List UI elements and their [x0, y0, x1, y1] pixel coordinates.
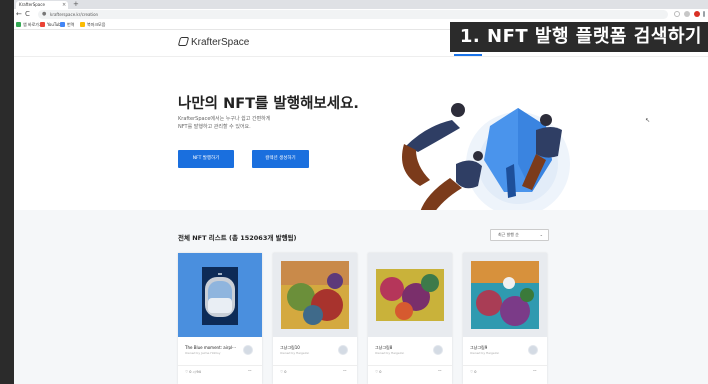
like-count[interactable]: ♡ 0	[280, 370, 286, 374]
nav-active-indicator	[454, 54, 482, 56]
abstract-painting-image	[281, 261, 349, 329]
bookmark-icon	[60, 22, 65, 27]
more-options-icon[interactable]: ···	[248, 368, 252, 374]
nft-name: The Blue moment: airpl···	[185, 345, 236, 350]
nft-owner: Owned by Heigelon	[280, 351, 310, 355]
divider	[273, 365, 357, 366]
browser-tab-strip: KrafterSpace × +	[14, 0, 708, 9]
divider	[178, 365, 262, 366]
nft-list-title: 전체 NFT 리스트 (총 152063개 발행됨)	[178, 234, 297, 242]
hero-title: 나만의 NFT를 발행해보세요.	[178, 96, 359, 112]
avatar	[243, 345, 253, 355]
bookmark-item[interactable]: 북마크모음	[80, 22, 105, 28]
tutorial-caption: 1. NFT 발행 플랫폼 검색하기	[449, 22, 708, 52]
new-tab-button[interactable]: +	[73, 0, 79, 8]
airplane-window-image	[202, 267, 238, 325]
profile-icon[interactable]	[694, 11, 700, 17]
hero-description: KrafterSpace에서는 누구나 쉽고 간편하게 NFT를 발행하고 관리…	[178, 116, 271, 130]
nft-thumbnail[interactable]	[463, 253, 547, 337]
bookmark-icon	[40, 22, 45, 27]
figure-head-bottom	[473, 151, 483, 161]
bookmark-icon	[16, 22, 21, 27]
nft-owner: Owned by Heigelon	[470, 351, 500, 355]
browser-tab-title: KrafterSpace	[19, 2, 45, 7]
more-options-icon[interactable]: ···	[343, 368, 347, 374]
chevron-down-icon: ⌄	[539, 232, 543, 237]
like-count[interactable]: ♡ 0 ◁ 94	[185, 370, 201, 374]
figure-arm	[406, 120, 460, 152]
abstract-painting-image	[376, 269, 444, 321]
web-page: KrafterSpace 나만의 NFT를 발행해보세요. KrafterSpa…	[14, 30, 708, 384]
address-bar[interactable]: ● krafterspace.kr/creation	[38, 10, 668, 19]
menu-icon[interactable]	[703, 11, 705, 17]
avatar	[338, 345, 348, 355]
browser-toolbar: ← C ● krafterspace.kr/creation	[14, 9, 708, 20]
bookmark-item[interactable]: 번역	[60, 22, 74, 28]
figure-head-right	[540, 114, 552, 126]
nft-card[interactable]: 그냥그림9 Owned by Heigelon ♡ 0 ···	[463, 253, 547, 384]
site-logo[interactable]: KrafterSpace	[177, 37, 249, 48]
extension-icon[interactable]	[684, 11, 690, 17]
bookmark-item[interactable]: 앱 바로가기	[16, 22, 43, 28]
bookmark-icon	[80, 22, 85, 27]
more-options-icon[interactable]: ···	[438, 368, 442, 374]
back-arrow-icon[interactable]: ←	[16, 10, 22, 19]
mint-nft-button[interactable]: NFT 발행하기	[178, 150, 234, 168]
nft-card[interactable]: 그냥그림10 Owned by Heigelon ♡ 0 ···	[273, 253, 357, 384]
figure-body-bottom	[456, 160, 482, 189]
more-options-icon[interactable]: ···	[533, 368, 537, 374]
figure-body-right	[536, 127, 562, 158]
like-count[interactable]: ♡ 0	[470, 370, 476, 374]
figure-leg	[402, 144, 430, 186]
star-icon[interactable]	[674, 11, 680, 17]
nft-owner: Owned by Heigelon	[375, 351, 405, 355]
nft-card[interactable]: The Blue moment: airpl··· Owned by Jaime…	[178, 253, 262, 384]
figure-head	[451, 103, 465, 117]
nft-thumbnail[interactable]	[178, 253, 262, 337]
nft-list-section: 전체 NFT 리스트 (총 152063개 발행됨) 최근 발행 순 ⌄ The…	[14, 210, 708, 384]
screen: KrafterSpace × + ← C ● krafterspace.kr/c…	[0, 0, 708, 384]
reload-icon[interactable]: C	[25, 10, 30, 19]
nft-thumbnail[interactable]	[368, 253, 452, 337]
logo-icon	[177, 37, 190, 46]
create-collection-button[interactable]: 컬렉션 생성하기	[252, 150, 309, 168]
lock-icon: ●	[42, 11, 47, 17]
nft-card[interactable]: 그냥그림8 Owned by Heigelon ♡ 0 ···	[368, 253, 452, 384]
abstract-painting-image	[471, 261, 539, 329]
divider	[463, 365, 547, 366]
url-text: krafterspace.kr/creation	[50, 12, 99, 17]
browser-tab[interactable]: KrafterSpace ×	[16, 1, 68, 9]
avatar	[433, 345, 443, 355]
nft-owner: Owned by Jaime Hohlsy	[185, 351, 221, 355]
nft-thumbnail[interactable]	[273, 253, 357, 337]
close-icon[interactable]: ×	[62, 1, 66, 9]
hero-illustration	[402, 103, 570, 216]
sort-dropdown[interactable]: 최근 발행 순 ⌄	[490, 229, 549, 241]
mouse-cursor-icon: ↖	[645, 117, 651, 124]
divider	[368, 365, 452, 366]
avatar	[528, 345, 538, 355]
like-count[interactable]: ♡ 0	[375, 370, 381, 374]
